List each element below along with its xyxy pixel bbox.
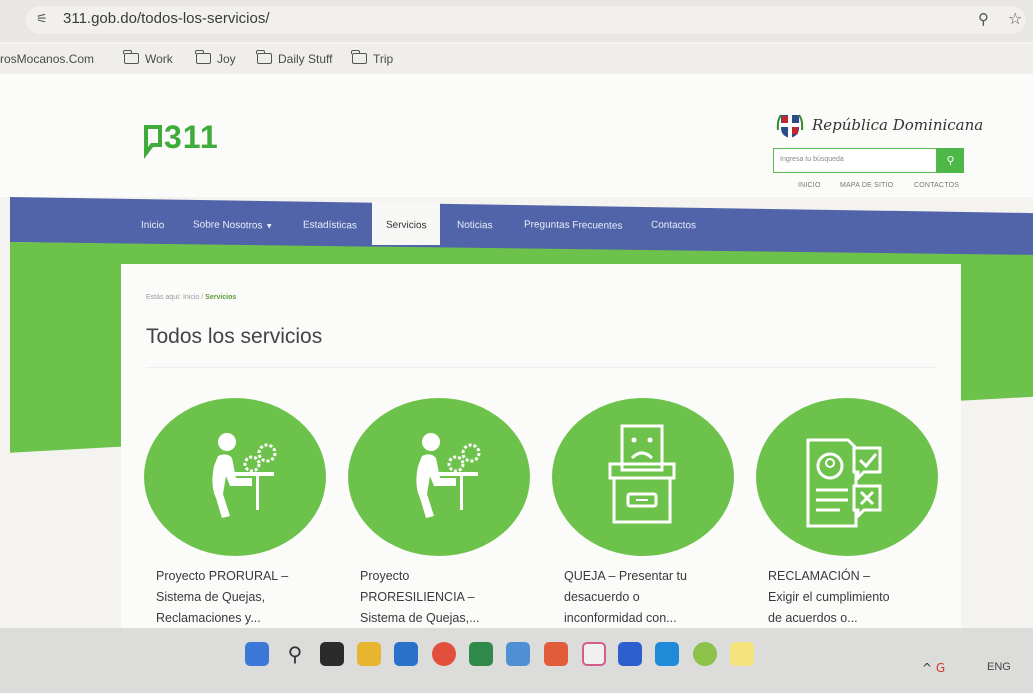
folder-icon [123,50,139,64]
service-title-line: Sistema de Quejas,... [360,611,480,625]
site-logo[interactable]: 311 [164,119,219,156]
nav-preguntas-frecuentes[interactable]: Preguntas Frecuentes [524,219,622,232]
coat-of-arms-icon [776,114,804,138]
bookmark-folder-daily-stuff[interactable]: Daily Stuff [256,50,333,66]
outlook-icon[interactable] [394,642,418,666]
language-indicator[interactable]: ENG [987,661,1011,673]
service-title[interactable]: RECLAMACIÓN – Exigir el cumplimiento de … [768,566,933,629]
bookmark-label: Trip [373,52,394,66]
service-title-line: Exigir el cumplimiento [768,590,890,604]
breadcrumb-prefix[interactable]: Estás aquí: Inicio / [146,294,203,301]
browser-toolbar: ⚟ 311.gob.do/todos-los-servicios/ ⚲ ☆ [0,0,1033,42]
service-title-line: de acuerdos o... [768,611,858,625]
service-title[interactable]: Proyecto PRORESILIENCIA – Sistema de Que… [360,566,525,629]
service-card-prorural[interactable]: Proyecto PRORURAL – Sistema de Quejas, R… [144,398,326,638]
bookmarks-bar: rosMocanos.Com Work Joy Daily Stuff Trip [0,44,1033,74]
nav-contactos[interactable]: Contactos [651,220,696,232]
bookmark-folder-work[interactable]: Work [123,50,173,66]
excel-icon[interactable] [469,642,493,666]
bookmark-folder-joy[interactable]: Joy [195,50,236,66]
search-button[interactable]: ⚲ [937,148,964,173]
service-card-proresiliencia[interactable]: Proyecto PRORESILIENCIA – Sistema de Que… [348,398,530,638]
service-title-line: inconformidad con... [564,611,677,625]
service-icon-circle [756,398,938,556]
vscode-icon[interactable] [655,642,679,666]
nav-estadisticas[interactable]: Estadísticas [303,220,357,232]
file-explorer-icon[interactable] [357,642,381,666]
bookmark-item[interactable]: rosMocanos.Com [0,52,94,66]
service-title-line: Reclamaciones y... [156,611,261,625]
breadcrumb-current: Servicios [205,294,237,301]
folder-icon [256,50,272,64]
person-gears-icon [212,433,277,518]
folder-icon [195,50,211,64]
service-title-line: QUEJA – Presentar tu [564,569,687,583]
bookmark-star-icon[interactable]: ☆ [1008,9,1022,28]
site-search-input[interactable]: Ingresa tu búsqueda [773,148,937,173]
util-link-inicio[interactable]: INICIO [798,182,821,189]
service-title-line: Proyecto [360,569,410,583]
nav-noticias[interactable]: Noticias [457,220,493,232]
url-text[interactable]: 311.gob.do/todos-los-servicios/ [63,10,270,27]
folder-icon [351,50,367,64]
service-title-line: Sistema de Quejas, [156,590,266,604]
screen: ⚟ 311.gob.do/todos-los-servicios/ ⚲ ☆ ro… [0,0,1033,693]
app-icon[interactable] [693,642,717,666]
start-menu-icon[interactable] [245,642,269,666]
service-title-line: Proyecto PRORURAL – [156,569,289,583]
service-title-line: desacuerdo o [564,590,640,604]
page-title: Todos los servicios [146,325,323,348]
nav-inicio[interactable]: Inicio [141,220,164,231]
app-icon[interactable] [618,642,642,666]
service-card-reclamacion[interactable]: RECLAMACIÓN – Exigir el cumplimiento de … [756,398,938,638]
service-icon-circle [144,398,326,556]
zoom-search-icon[interactable]: ⚲ [978,10,989,28]
service-title-line: RECLAMACIÓN – [768,569,871,583]
search-icon[interactable]: ⚲ [283,642,307,666]
chevron-down-icon: ▼ [265,221,274,231]
notepad-icon[interactable] [730,642,754,666]
person-gears-icon [416,433,481,518]
service-title[interactable]: Proyecto PRORURAL – Sistema de Quejas, R… [156,566,321,629]
site-settings-icon[interactable]: ⚟ [36,11,54,29]
service-title-line: PRORESILIENCIA – [360,590,475,604]
task-view-icon[interactable] [320,642,344,666]
nav-servicios[interactable]: Servicios [386,220,427,232]
util-link-contactos[interactable]: CONTACTOS [914,182,959,189]
tray-app-icon[interactable]: G [936,661,945,675]
service-icon-circle [348,398,530,556]
country-name: República Dominicana [812,116,984,134]
tray-chevron-icon[interactable]: ^ G [922,661,945,675]
breadcrumb: Estás aquí: Inicio / Servicios [146,294,236,301]
service-icon-circle [552,398,734,556]
bookmark-label: rosMocanos.Com [0,52,95,66]
service-card-queja[interactable]: QUEJA – Presentar tu desacuerdo o inconf… [552,398,734,638]
complaint-box-icon [608,424,676,524]
bookmark-label: Daily Stuff [278,52,333,66]
app-icon[interactable] [582,642,606,666]
bookmark-label: Work [145,52,173,66]
bookmark-label: Joy [217,52,236,66]
util-link-mapa[interactable]: MAPA DE SITIO [840,182,893,189]
nav-sobre-nosotros[interactable]: Sobre Nosotros ▼ [193,219,273,231]
search-icon: ⚲ [946,154,955,167]
app-icon[interactable] [506,642,530,666]
divider [146,367,936,368]
claim-document-icon [806,438,882,528]
nav-label: Sobre Nosotros [193,219,263,232]
chrome-icon[interactable] [432,642,456,666]
bookmark-folder-trip[interactable]: Trip [351,50,394,66]
service-title[interactable]: QUEJA – Presentar tu desacuerdo o inconf… [564,566,729,629]
app-icon[interactable] [544,642,568,666]
